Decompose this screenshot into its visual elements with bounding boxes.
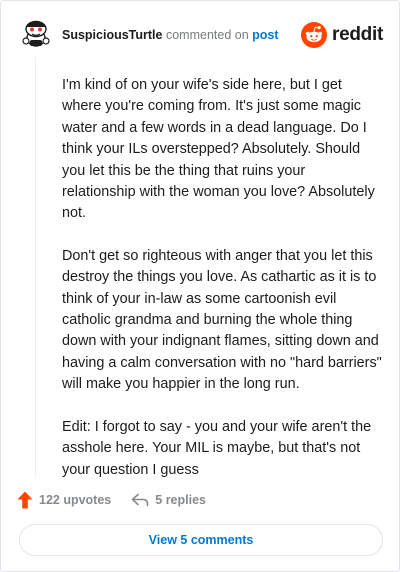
comment-header: SuspiciousTurtle commented on post reddi… [18, 15, 383, 55]
reddit-logo-icon [301, 22, 328, 48]
upvote-count: 122 upvotes [39, 493, 112, 507]
username-link[interactable]: SuspiciousTurtle [62, 28, 162, 42]
comment-body: I'm kind of on your wife's side here, bu… [62, 75, 382, 502]
replies-button[interactable]: 5 replies [131, 493, 206, 507]
byline-action-text: commented on [165, 28, 249, 42]
thread-line[interactable] [35, 57, 36, 477]
reddit-brand[interactable]: reddit [301, 21, 383, 49]
reddit-wordmark: reddit [332, 24, 383, 45]
post-link[interactable]: post [252, 28, 278, 42]
upvote-arrow-icon [17, 491, 33, 509]
comment-byline: SuspiciousTurtle commented on post [62, 27, 279, 43]
replies-count: 5 replies [155, 493, 206, 507]
comment-card: SuspiciousTurtle commented on post reddi… [0, 0, 400, 572]
reply-arrow-icon [131, 493, 149, 507]
comment-paragraph: Don't get so righteous with anger that y… [62, 247, 382, 393]
user-avatar[interactable] [18, 15, 54, 51]
upvote-button[interactable]: 122 upvotes [17, 491, 111, 509]
view-comments-button[interactable]: View 5 comments [19, 524, 383, 556]
comment-actions: 122 upvotes 5 replies [17, 489, 226, 511]
comment-paragraph: I'm kind of on your wife's side here, bu… [62, 77, 375, 222]
comment-paragraph: Edit: I forgot to say - you and your wif… [62, 418, 372, 478]
snoo-avatar-icon [18, 15, 54, 51]
